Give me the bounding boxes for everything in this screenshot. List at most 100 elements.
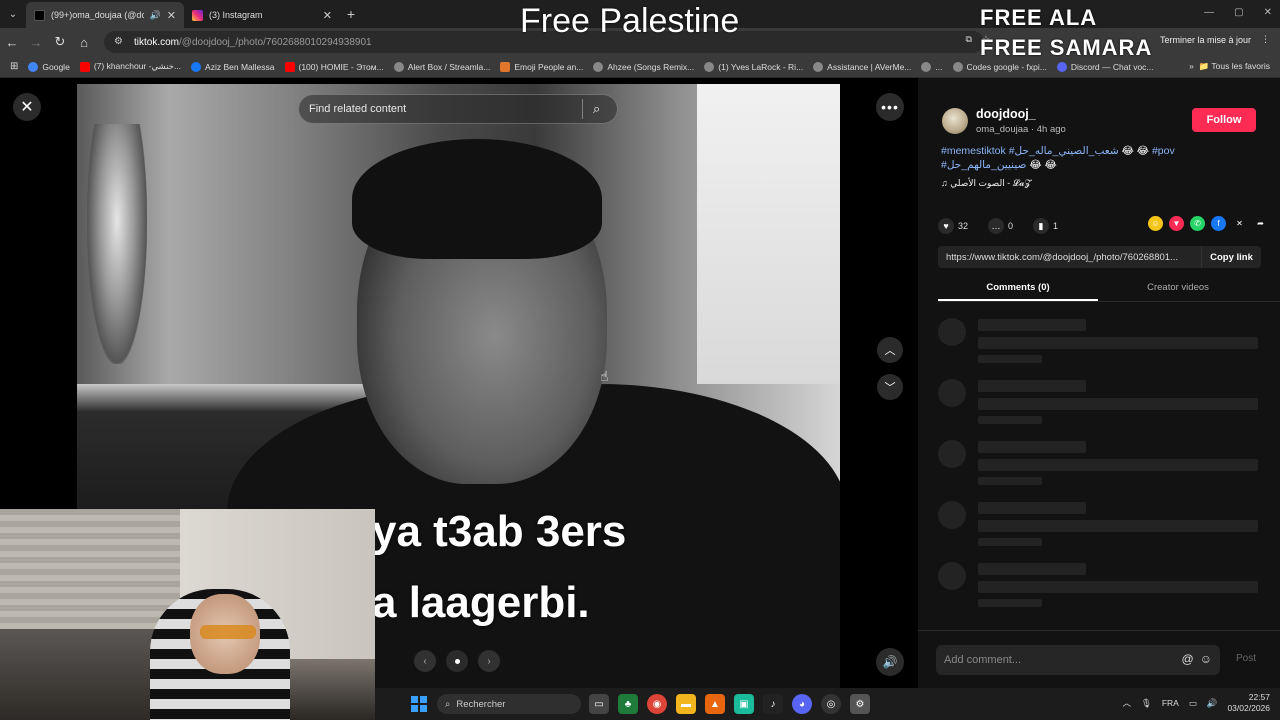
sound-link[interactable]: ♫ الصوت الأصلي - 𝓛𝓪𝓩 <box>941 178 1031 189</box>
youtube-icon <box>79 61 90 72</box>
skeleton-row <box>938 440 1268 501</box>
tab-comments[interactable]: Comments (0) <box>938 278 1098 301</box>
related-search-input[interactable]: Find related content ⌕ <box>298 94 618 124</box>
hashtag[interactable]: #pov <box>1152 145 1175 157</box>
tab-close-icon[interactable]: ✕ <box>167 9 176 22</box>
post-link[interactable]: https://www.tiktok.com/@doojdooj_/photo/… <box>938 252 1201 263</box>
comment-input[interactable]: Add comment... @ ☺ <box>936 645 1220 675</box>
volume-button[interactable]: 🔊 <box>876 648 904 676</box>
next-post-button[interactable]: ﹀ <box>877 374 903 400</box>
follow-button[interactable]: Follow <box>1192 108 1256 132</box>
webcam-glasses <box>200 625 256 639</box>
new-tab-button[interactable]: + <box>340 6 362 22</box>
comment-icon[interactable]: … <box>988 218 1005 234</box>
bookmark-item[interactable]: (100) HOMIE - Этом... <box>284 61 384 72</box>
embed-icon[interactable]: ☺ <box>1148 216 1163 231</box>
comment-action[interactable]: … 0 <box>988 218 1013 234</box>
tray-chevron-icon[interactable]: ︿ <box>1123 697 1132 709</box>
whatsapp-icon[interactable]: ✆ <box>1190 216 1205 231</box>
file-explorer-icon[interactable]: ▬ <box>676 694 696 714</box>
microphone-icon[interactable]: 🎙 <box>1141 698 1152 709</box>
avatar[interactable] <box>942 108 968 134</box>
close-window-icon[interactable]: ✕ <box>1264 7 1272 18</box>
forward-icon[interactable]: → <box>24 35 48 50</box>
bookmark-item[interactable]: (7) khanchour -خنشي... <box>79 61 181 72</box>
bookmark-item[interactable]: Discord — Chat voc... <box>1056 61 1154 72</box>
settings-icon[interactable]: ⚙ <box>850 694 870 714</box>
tab-search-icon[interactable]: ⌄ <box>0 0 26 28</box>
carousel-indicator <box>446 650 468 672</box>
bookmark-item[interactable]: Assistance | AVerMe... <box>813 61 911 72</box>
emoji-icon[interactable]: ☺ <box>1200 652 1212 666</box>
audio-icon[interactable]: 🔊 <box>150 10 161 21</box>
chrome-icon[interactable]: ◉ <box>647 694 667 714</box>
bookmark-item[interactable]: Codes google - fxpi... <box>952 61 1047 72</box>
install-icon[interactable]: ⧉ <box>965 34 971 45</box>
app-icon[interactable]: ♣ <box>618 694 638 714</box>
app-icon[interactable]: ◎ <box>821 694 841 714</box>
network-icon[interactable]: ▭ <box>1189 698 1197 709</box>
close-viewer-button[interactable]: ✕ <box>13 93 41 121</box>
reload-icon[interactable]: ↻ <box>48 34 72 50</box>
all-bookmarks-button[interactable]: » 📁 Tous les favoris <box>1189 61 1270 72</box>
tab-title: (99+)oma_doujaa (@doojd… <box>51 10 144 20</box>
like-action[interactable]: ♥ 32 <box>938 218 968 234</box>
back-icon[interactable]: ← <box>0 35 24 50</box>
search-icon[interactable]: ⌕ <box>593 101 617 117</box>
bookmark-item[interactable]: Ahzee (Songs Remix... <box>593 61 694 72</box>
action-bar: ♥ 32 … 0 ▮ 1 ☺ ▼ ✆ f ✕ ➦ <box>938 216 1268 236</box>
home-icon[interactable]: ⌂ <box>72 35 96 50</box>
bookmark-item[interactable]: Google <box>28 61 70 72</box>
tab-instagram[interactable]: (3) Instagram ✕ <box>184 2 340 28</box>
heart-icon[interactable]: ♥ <box>938 218 954 234</box>
carousel-prev-button[interactable]: ‹ <box>414 650 436 672</box>
username[interactable]: doojdooj_ <box>976 107 1036 121</box>
windows-start-icon[interactable] <box>411 696 427 712</box>
previous-post-button[interactable]: ︿ <box>877 337 903 363</box>
minimize-icon[interactable]: — <box>1204 7 1214 18</box>
facebook-icon[interactable]: f <box>1211 216 1226 231</box>
app-icon[interactable]: ▲ <box>705 694 725 714</box>
tab-close-icon[interactable]: ✕ <box>323 9 332 22</box>
site-info-icon[interactable]: ⚙ <box>114 36 126 48</box>
bookmark-item[interactable]: Emoji People an... <box>500 61 583 72</box>
mention-icon[interactable]: @ <box>1182 652 1194 666</box>
hashtag[interactable]: #memestiktok <box>941 145 1006 157</box>
bookmark-item[interactable]: Alert Box / Streamla... <box>393 61 490 72</box>
hashtag[interactable]: #شعب_الصيني_ماله_حل <box>1009 145 1119 157</box>
apps-icon[interactable]: ⊞ <box>10 61 18 72</box>
language-indicator[interactable]: FRA <box>1162 698 1179 708</box>
bookmark-item[interactable]: Aziz Ben Mallessa <box>191 61 275 72</box>
hashtag[interactable]: #صينيين_مالهم_حل <box>941 159 1026 171</box>
tab-tiktok[interactable]: (99+)oma_doujaa (@doojd… 🔊 ✕ <box>26 2 184 28</box>
update-button[interactable]: Terminer la mise à jour <box>1160 35 1251 45</box>
share-arrow-icon[interactable]: ➦ <box>1253 216 1268 231</box>
x-icon[interactable]: ✕ <box>1232 216 1247 231</box>
save-action[interactable]: ▮ 1 <box>1033 218 1058 234</box>
post-link-box: https://www.tiktok.com/@doojdooj_/photo/… <box>938 246 1261 268</box>
post-description: #memestiktok #شعب_الصيني_ماله_حل 😂 😂 #po… <box>941 144 1181 172</box>
volume-icon[interactable]: 🔊 <box>1207 698 1218 709</box>
bookmark-item[interactable]: ... <box>921 61 943 72</box>
app-icon[interactable]: ▣ <box>734 694 754 714</box>
task-view-icon[interactable]: ▭ <box>589 694 609 714</box>
send-icon[interactable]: ▼ <box>1169 216 1184 231</box>
taskbar-search-input[interactable]: ⌕ Rechercher <box>437 694 581 714</box>
url-path: /@doojdooj_/photo/7602688010294938901 <box>179 36 372 48</box>
post-comment-button[interactable]: Post <box>1236 653 1256 664</box>
carousel-next-button[interactable]: › <box>478 650 500 672</box>
tab-creator-videos[interactable]: Creator videos <box>1098 278 1258 301</box>
bookmark-item[interactable]: (1) Yves LaRock - Ri... <box>704 61 803 72</box>
emoji-text: 😂 😂 <box>1029 159 1057 171</box>
globe-icon <box>921 61 932 72</box>
more-options-button[interactable]: ••• <box>876 93 904 121</box>
app-icon[interactable]: ♪ <box>763 694 783 714</box>
globe-icon <box>593 61 604 72</box>
clock[interactable]: 22:57 03/02/2026 <box>1227 692 1270 714</box>
bookmark-icon[interactable]: ▮ <box>1033 218 1050 234</box>
maximize-icon[interactable]: ▢ <box>1234 7 1243 18</box>
photo-caption-line1: ya t3ab 3ers <box>372 507 627 556</box>
copy-link-button[interactable]: Copy link <box>1201 246 1261 268</box>
browser-menu-icon[interactable]: ⋮ <box>1261 34 1270 45</box>
discord-icon[interactable]: ◕ <box>792 694 812 714</box>
